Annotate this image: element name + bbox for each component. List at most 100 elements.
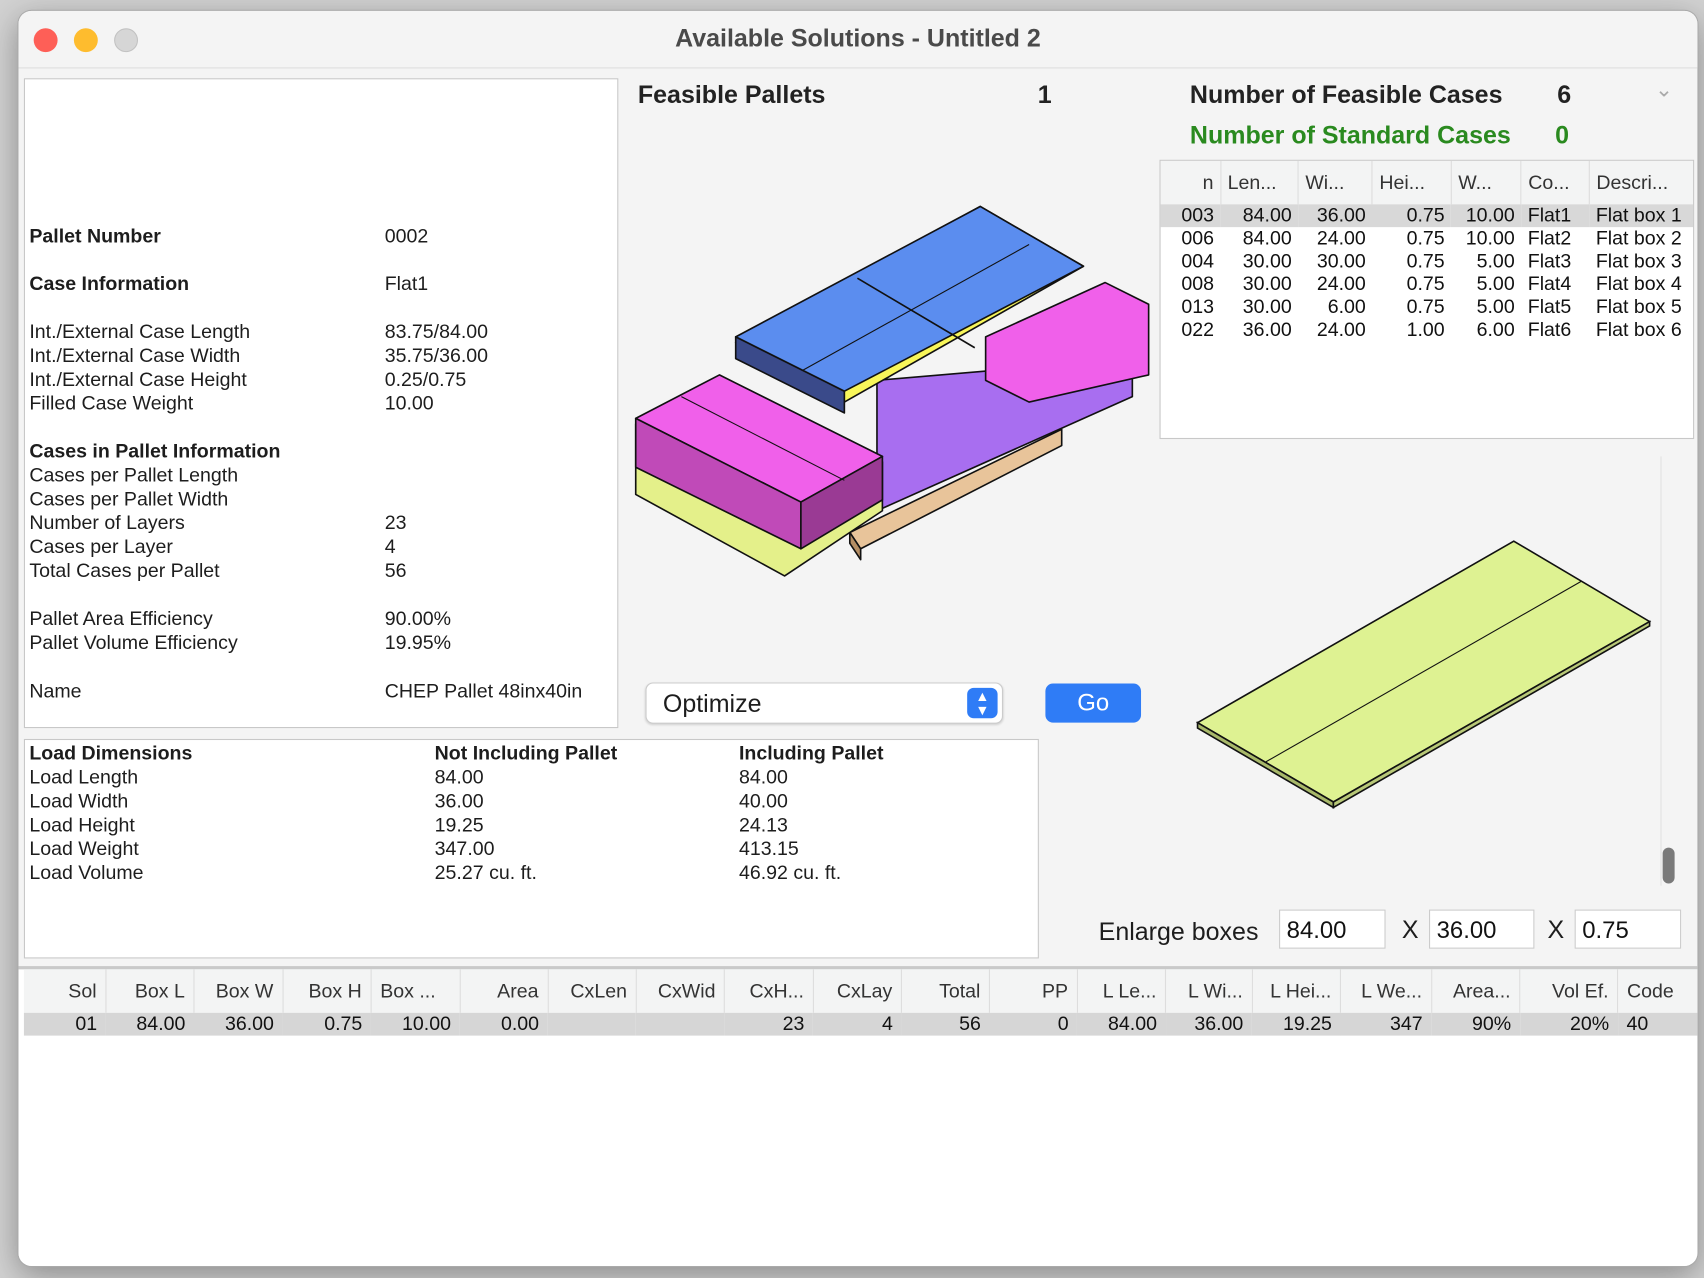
feasible-pallets-label: Feasible Pallets <box>637 80 826 109</box>
load-header: Not Including Pallet <box>434 742 618 764</box>
enlarge-height-input[interactable]: 0.75 <box>1574 909 1682 949</box>
solution-cell: 19.25 <box>1282 1012 1332 1035</box>
load-header: Including Pallet <box>738 742 884 764</box>
info-label: Int./External Case Height <box>29 368 247 391</box>
solution-cell: 0.00 <box>500 1012 540 1035</box>
feasible-cases-count: 6 <box>1557 80 1572 109</box>
preview-scrollbar[interactable] <box>1660 456 1675 886</box>
solution-cell: 90% <box>1471 1012 1512 1035</box>
case-cell: 0.75 <box>1406 272 1445 295</box>
load-cell: 46.92 cu. ft. <box>738 861 842 884</box>
load-cell: Load Weight <box>29 837 139 860</box>
column-header[interactable]: Box W <box>193 969 283 1013</box>
case-cell: Flat5 <box>1527 295 1572 318</box>
column-header[interactable]: W... <box>1450 160 1522 205</box>
solution-cell: 347 <box>1389 1012 1423 1035</box>
case-cell: 1.00 <box>1406 318 1445 341</box>
cases-header-row: n Len... Wi... Hei... W... Co... Descri... <box>1160 160 1694 205</box>
column-header[interactable]: Box ... <box>370 969 460 1013</box>
column-header[interactable]: L Wi... <box>1165 969 1252 1013</box>
info-label: Cases per Pallet Length <box>29 464 239 486</box>
column-header[interactable]: CxWid <box>635 969 725 1013</box>
column-header[interactable]: L Hei... <box>1251 969 1341 1013</box>
load-cell: 25.27 cu. ft. <box>434 861 537 884</box>
solution-cell: 84.00 <box>1108 1012 1157 1035</box>
column-header[interactable]: PP <box>989 969 1078 1013</box>
pallet-info-panel: Pallet Number 0002 Case Information Flat1 In… <box>23 78 619 729</box>
load-cell: Load Volume <box>29 861 144 884</box>
solution-cell: 36.00 <box>224 1012 274 1035</box>
enlarge-width-input[interactable]: 36.00 <box>1429 909 1535 949</box>
column-header[interactable]: CxLay <box>812 969 902 1013</box>
case-cell: Flat1 <box>1527 204 1572 227</box>
info-label: Number of Layers <box>29 511 185 534</box>
case-cell: 6.00 <box>1327 295 1366 318</box>
info-value: 0.25/0.75 <box>384 368 467 391</box>
case-cell: 24.00 <box>1316 272 1366 295</box>
column-header[interactable]: Vol Ef. <box>1519 969 1618 1013</box>
info-label: Filled Case Weight <box>29 392 194 415</box>
column-header[interactable]: Area... <box>1430 969 1520 1013</box>
info-label: Int./External Case Length <box>29 320 251 343</box>
case-cell: 30.00 <box>1242 272 1292 295</box>
case-row[interactable]: 003 84.00 36.00 0.75 10.00 Flat1 Flat box 1 <box>1160 204 1694 228</box>
standard-cases-count: 0 <box>1555 120 1569 149</box>
case-row[interactable]: 013 30.00 6.00 0.75 5.00 Flat5 Flat box 5 <box>1161 296 1693 319</box>
load-cell: 413.15 <box>738 837 799 860</box>
case-cell: Flat box 6 <box>1595 318 1682 341</box>
case-row[interactable]: 006 84.00 24.00 0.75 10.00 Flat2 Flat box 2 <box>1161 227 1693 250</box>
column-header[interactable]: L We... <box>1340 969 1432 1013</box>
column-header[interactable]: Hei... <box>1371 160 1452 205</box>
case-cell: 0.75 <box>1406 204 1445 227</box>
case-cell: 0.75 <box>1406 249 1445 272</box>
info-value: 0002 <box>384 224 429 247</box>
case-cell: Flat box 2 <box>1595 227 1682 249</box>
go-button[interactable]: Go <box>1045 683 1142 723</box>
column-header[interactable]: Box L <box>105 969 195 1013</box>
solutions-header-row: Sol Box L Box W Box H Box ... Area CxLen CxWid C… <box>23 969 1698 1013</box>
select-arrows-icon: ▲ ▼ <box>967 687 998 719</box>
info-value: 83.75/84.00 <box>384 320 489 343</box>
column-header[interactable]: Co... <box>1520 160 1590 205</box>
case-cell: 84.00 <box>1242 227 1292 249</box>
case-cell: 5.00 <box>1476 272 1515 295</box>
column-header[interactable]: Total <box>901 969 990 1013</box>
enlarge-length-input[interactable]: 84.00 <box>1279 909 1386 949</box>
solution-cell: 4 <box>882 1012 893 1035</box>
info-value: 23 <box>384 511 407 534</box>
column-header[interactable]: Box H <box>282 969 371 1013</box>
load-cell: 40.00 <box>738 790 788 812</box>
column-header[interactable]: Sol <box>24 969 106 1012</box>
info-value: 19.95% <box>384 631 452 654</box>
case-row[interactable]: 004 30.00 30.00 0.75 5.00 Flat3 Flat box 3 <box>1161 250 1693 273</box>
info-label: Name <box>29 680 82 703</box>
case-cell: Flat2 <box>1527 227 1572 249</box>
mode-select[interactable]: Optimize ▲ ▼ <box>645 682 1004 724</box>
load-cell: Load Height <box>29 813 135 836</box>
load-cell: 36.00 <box>434 790 484 812</box>
column-header[interactable]: Area <box>459 969 548 1013</box>
case-row[interactable]: 022 36.00 24.00 1.00 6.00 Flat6 Flat box 6 <box>1161 318 1693 341</box>
solution-row[interactable]: 01 84.00 36.00 0.75 10.00 0.00 23 4 56 0 84.00 36.0… <box>23 1012 1698 1036</box>
solution-cell: 40 <box>1626 1012 1649 1035</box>
info-label: Cases per Pallet Width <box>29 487 229 510</box>
column-header[interactable]: L Le... <box>1076 969 1166 1013</box>
scrollbar-thumb[interactable] <box>1662 847 1675 884</box>
case-cell: 0.75 <box>1406 295 1445 318</box>
column-header[interactable]: Descri... <box>1588 160 1694 205</box>
case-cell: 84.00 <box>1242 204 1292 227</box>
solution-cell: 01 <box>75 1012 98 1035</box>
column-header[interactable]: CxH... <box>724 969 814 1013</box>
column-header[interactable]: Code <box>1617 969 1698 1013</box>
solution-cell: 20% <box>1569 1012 1610 1035</box>
case-row[interactable]: 008 30.00 24.00 0.75 5.00 Flat4 Flat box 4 <box>1161 273 1693 296</box>
chevron-down-icon[interactable]: ⌄ <box>1655 76 1673 103</box>
case-cell: 5.00 <box>1476 295 1515 318</box>
case-cell: Flat box 1 <box>1595 204 1682 227</box>
column-header[interactable]: Wi... <box>1297 160 1373 205</box>
case-cell: Flat6 <box>1527 318 1572 341</box>
column-header[interactable]: CxLen <box>547 969 637 1013</box>
column-header[interactable]: Len... <box>1220 160 1299 205</box>
case-cell: 36.00 <box>1242 318 1292 341</box>
case-cell: 6.00 <box>1476 318 1515 341</box>
